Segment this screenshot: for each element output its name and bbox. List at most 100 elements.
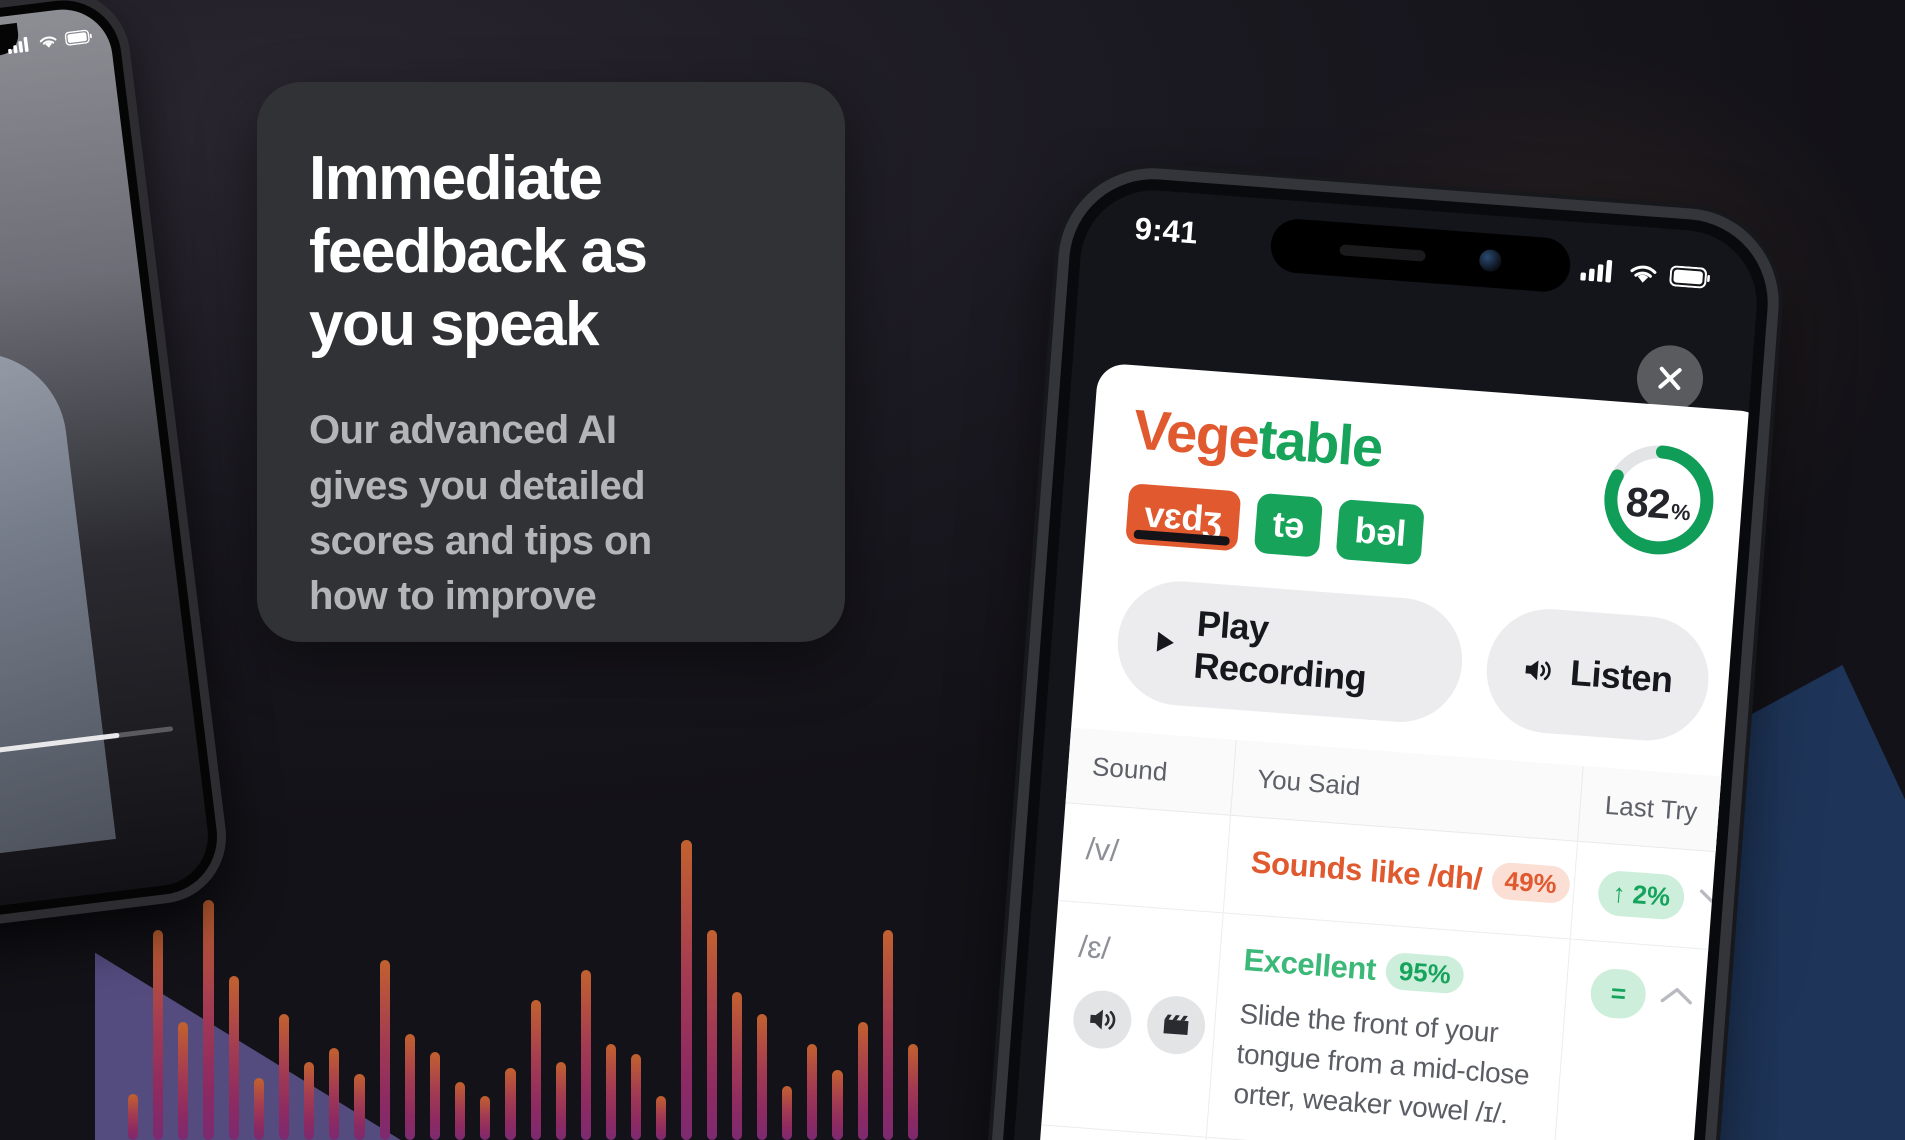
score-percent-sign: % xyxy=(1670,498,1692,526)
waveform-bar xyxy=(907,1044,918,1140)
waveform-bar xyxy=(857,1022,868,1140)
waveform-bar xyxy=(530,1000,541,1140)
waveform-bar xyxy=(505,1068,516,1140)
waveform-bar xyxy=(656,1096,667,1140)
waveform-bar xyxy=(329,1048,340,1140)
waveform-bar xyxy=(731,992,742,1140)
result-sheet: Vegetable vɛdʒ tə bəl 82 % Play Recordin… xyxy=(1030,362,1762,1140)
right-phone-body: 9:41 Vegetable vɛdʒ tə bəl 82 % Play Rec… xyxy=(996,173,1774,1140)
play-recording-button[interactable]: Play Recording xyxy=(1113,576,1467,727)
waveform-bar xyxy=(354,1074,365,1140)
left-phone-status-bar xyxy=(7,28,93,55)
phoneme-score-badge: 95% xyxy=(1384,951,1466,995)
phoneme-score-badge: 49% xyxy=(1490,861,1571,905)
waveform-bar xyxy=(128,1094,139,1140)
play-icon xyxy=(1156,631,1174,652)
cell-you-said: Excellent 95% Slide the front of your tong… xyxy=(1205,912,1571,1140)
waveform-bar xyxy=(681,840,692,1140)
pronunciation-tip: Slide the front of your tongue from a mi… xyxy=(1232,997,1531,1129)
info-title-line-2: feedback as xyxy=(309,217,648,287)
right-phone-screen: 9:41 Vegetable vɛdʒ tə bəl 82 % Play Rec… xyxy=(1008,185,1762,1140)
waveform-bar xyxy=(203,900,214,1140)
info-subtitle-line-1: Our advanced AI xyxy=(309,408,617,453)
info-subtitle-line-4: how to improve xyxy=(309,574,597,619)
info-subtitle-line-2: gives you detailed xyxy=(309,463,646,508)
signal-icon xyxy=(1580,259,1613,283)
listen-label: Listen xyxy=(1568,651,1674,701)
phoneme-symbol: /v/ xyxy=(1084,830,1121,869)
front-camera-icon xyxy=(1478,248,1503,273)
waveform-bar xyxy=(178,1022,189,1140)
feedback-label: Sounds like /dh/ xyxy=(1249,844,1484,897)
phoneme-symbol: /ɛ/ xyxy=(1077,928,1112,966)
waveform-bar xyxy=(253,1078,264,1140)
cell-last-try: ↑ 2% xyxy=(1570,841,1736,951)
syllable-chip-0[interactable]: vɛdʒ xyxy=(1125,483,1241,552)
waveform-bar xyxy=(228,976,239,1140)
play-sound-icon xyxy=(1090,1009,1116,1030)
play-sound-button[interactable] xyxy=(1071,988,1134,1051)
waveform-bar xyxy=(555,1062,566,1140)
waveform-bar xyxy=(580,970,591,1140)
waveform-bar xyxy=(429,1052,441,1140)
listen-button[interactable]: Listen xyxy=(1481,604,1713,745)
table-body: /v/Sounds like /dh/49% ↑ 2% /ɛ/Excellent 95… xyxy=(1033,802,1736,1140)
word-part-a: Vege xyxy=(1131,397,1261,470)
last-try-wrap: ↑ 2% xyxy=(1596,869,1734,925)
waveform-bar xyxy=(304,1062,315,1140)
close-icon xyxy=(1658,366,1682,391)
wifi-icon xyxy=(39,36,57,48)
waveform-bar xyxy=(882,930,893,1140)
chevron-up-icon xyxy=(1661,987,1693,1005)
info-title-line-3: you speak xyxy=(309,290,599,360)
watch-video-button[interactable] xyxy=(1145,994,1208,1057)
waveform-bar xyxy=(480,1096,491,1140)
waveform-bar xyxy=(455,1082,466,1140)
play-recording-label: Play Recording xyxy=(1192,602,1368,699)
wifi-icon xyxy=(1630,265,1657,283)
right-phone-mockup: 9:41 Vegetable vɛdʒ tə bəl 82 % Play Rec… xyxy=(996,173,1774,1140)
earpiece-speaker-icon xyxy=(1339,243,1426,262)
video-clapper-icon xyxy=(1163,1014,1189,1036)
feedback-label: Excellent xyxy=(1242,942,1378,987)
waveform-bar xyxy=(807,1044,818,1140)
trend-badge: ↑ 2% xyxy=(1596,869,1686,921)
speaker-icon xyxy=(1525,660,1551,681)
score-value-wrap: 82 % xyxy=(1596,437,1723,564)
syllable-chip-2[interactable]: bəl xyxy=(1335,498,1426,566)
waveform-bar xyxy=(404,1034,415,1140)
waveform-bar xyxy=(379,960,390,1140)
feature-info-card: Immediate feedback as you speak Our adva… xyxy=(257,82,845,642)
score-number: 82 xyxy=(1624,478,1672,528)
signal-icon xyxy=(8,36,29,55)
syllable-chip-1[interactable]: tə xyxy=(1253,492,1324,558)
cell-sound: /ɛ/ xyxy=(1041,900,1223,1138)
row-toggle-button[interactable] xyxy=(1659,984,1695,1011)
overall-score-ring: 82 % xyxy=(1596,437,1723,564)
phoneme-score-table: Sound You Said Last Try /v/Sounds like /… xyxy=(1033,727,1742,1140)
trend-badge: = xyxy=(1589,967,1648,1021)
info-card-title: Immediate feedback as you speak xyxy=(309,142,793,361)
cell-last-try: = xyxy=(1553,938,1729,1140)
waveform-bar xyxy=(706,930,717,1140)
left-phone-person-body xyxy=(0,342,116,870)
waveform-bar xyxy=(278,1014,290,1140)
column-header-sound: Sound xyxy=(1065,727,1236,816)
waveform-bar xyxy=(631,1054,642,1140)
waveform-bar xyxy=(756,1014,768,1140)
battery-icon xyxy=(64,29,92,46)
dynamic-island xyxy=(1268,217,1573,294)
battery-icon xyxy=(1669,265,1711,288)
word-part-b: table xyxy=(1256,406,1385,479)
info-card-subtitle: Our advanced AI gives you detailed score… xyxy=(309,403,793,624)
status-bar-time: 9:41 xyxy=(1133,210,1200,251)
info-subtitle-line-3: scores and tips on xyxy=(309,518,652,563)
column-header-last-try: Last Try xyxy=(1577,765,1742,854)
last-try-wrap: = xyxy=(1589,967,1726,1026)
waveform-bar xyxy=(832,1070,843,1140)
status-bar-icons xyxy=(1580,256,1711,290)
waveform-bar xyxy=(605,1044,617,1140)
info-title-line-1: Immediate xyxy=(309,144,603,213)
waveform-bar xyxy=(782,1086,793,1140)
waveform-bar xyxy=(153,930,164,1140)
